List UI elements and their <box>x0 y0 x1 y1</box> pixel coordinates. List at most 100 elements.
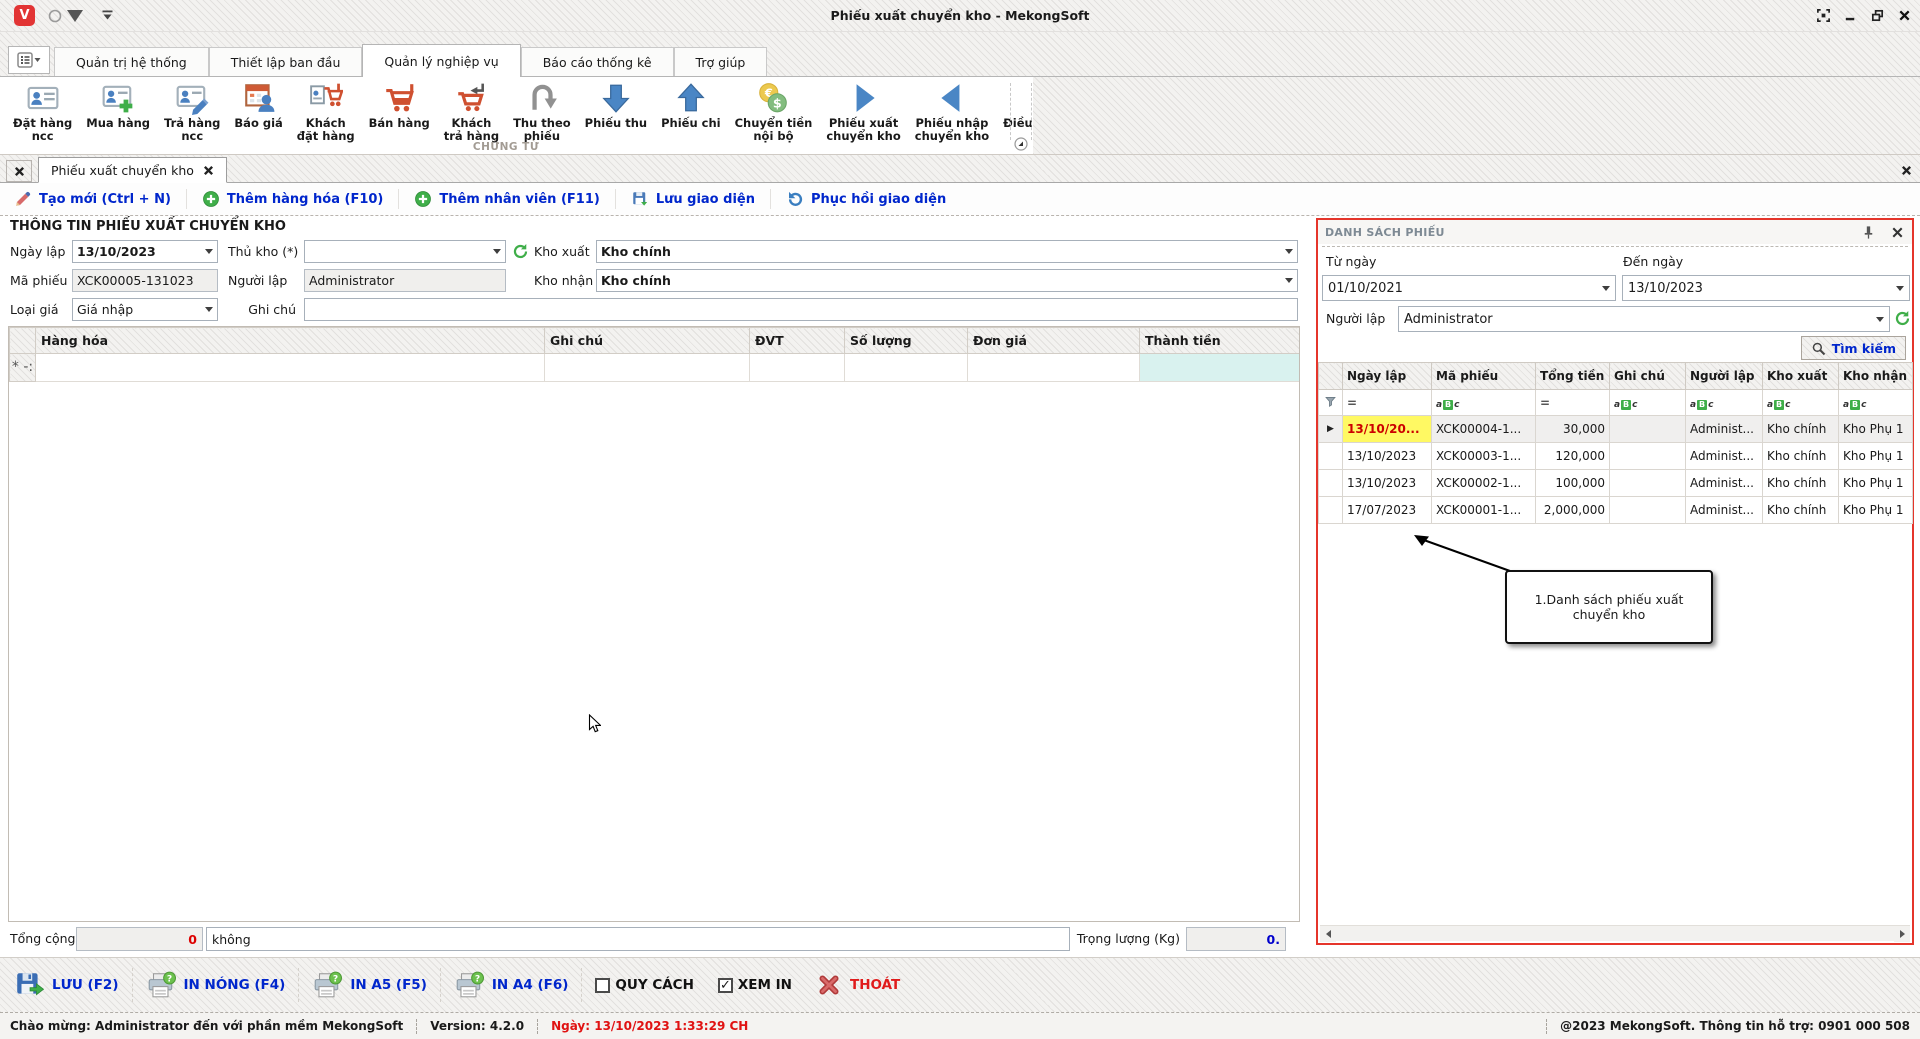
ribbon-tab-quan-ly-nghiep-vu[interactable]: Quản lý nghiệp vụ <box>362 44 520 77</box>
cell-ma_phieu[interactable]: XCK00003-1... <box>1432 443 1536 470</box>
den-ngay-combo[interactable]: 13/10/2023 <box>1622 275 1910 301</box>
cell-nguoi_lap[interactable]: Administ... <box>1686 497 1763 524</box>
ngay-lap-combo[interactable]: 13/10/2023 <box>72 240 218 263</box>
panel-nguoi-lap-combo[interactable]: Administrator <box>1398 306 1890 332</box>
filter-cell-nguoi-lap[interactable]: aBc <box>1686 390 1763 416</box>
toolbar-button-phieu-xuat-chuyen-kho[interactable]: Phiếu xuất chuyển kho <box>819 79 907 145</box>
search-button[interactable]: Tìm kiếm <box>1801 336 1906 360</box>
chevron-down-icon[interactable] <box>67 8 83 24</box>
customize-toolbar-icon[interactable] <box>101 10 114 21</box>
toolbar-button-khach-tra-hang[interactable]: Khách trả hàng <box>437 79 506 145</box>
button-thoat[interactable]: THOÁT <box>816 972 900 998</box>
filter-cell-kho-xuat[interactable]: aBc <box>1763 390 1839 416</box>
minimize-icon[interactable] <box>1843 8 1858 23</box>
cell-ngay_lap[interactable]: 13/10/2023 <box>1343 443 1432 470</box>
quick-access-circle-icon[interactable] <box>47 8 63 24</box>
kho-xuat-combo[interactable]: Kho chính <box>596 240 1298 263</box>
panel-column-header-ma-phieu[interactable]: Mã phiếu <box>1432 363 1536 390</box>
toolbar-button-bao-gia[interactable]: Báo giá <box>227 79 289 132</box>
filter-cell-kho-nhan[interactable]: aBc <box>1839 390 1913 416</box>
table-row[interactable]: 17/07/2023XCK00001-1...2,000,000 Administ… <box>1319 497 1913 524</box>
grid-column-header-hang-hoa[interactable]: Hàng hóa <box>36 328 545 354</box>
panel-column-header-tong-tien[interactable]: Tổng tiền <box>1536 363 1610 390</box>
action-them-hang-hoa-f10[interactable]: Thêm hàng hóa (F10) <box>202 190 383 208</box>
cell-ngay_lap[interactable]: 13/10/20... <box>1343 416 1432 443</box>
cell-ma_phieu[interactable]: XCK00001-1... <box>1432 497 1536 524</box>
tu-ngay-combo[interactable]: 01/10/2021 <box>1322 275 1616 301</box>
tab-close-icon[interactable] <box>203 165 214 176</box>
panel-column-header-kho-nhan[interactable]: Kho nhận <box>1839 363 1913 390</box>
checkbox-quy-cach[interactable]: QUY CÁCH <box>595 977 693 993</box>
loai-gia-combo[interactable]: Giá nhập <box>72 298 218 321</box>
ribbon-tab-tro-giup[interactable]: Trợ giúp <box>674 47 768 76</box>
ribbon-tab-bao-cao-thong-ke[interactable]: Báo cáo thống kê <box>521 47 674 76</box>
cell-kho_nhan[interactable]: Kho Phụ 1 <box>1839 416 1913 443</box>
action-luu-giao-dien[interactable]: Lưu giao diện <box>631 190 755 208</box>
button-in-nong-f4[interactable]: ?IN NÓNG (F4) <box>146 970 286 1000</box>
grid-new-row-cell-thanh-tien[interactable] <box>1140 354 1300 382</box>
cell-ghi_chu[interactable] <box>1610 470 1686 497</box>
cell-ngay_lap[interactable]: 17/07/2023 <box>1343 497 1432 524</box>
cell-tong_tien[interactable]: 120,000 <box>1536 443 1610 470</box>
close-all-tabs-button[interactable] <box>6 160 32 182</box>
grid-column-header-thanh-tien[interactable]: Thành tiền <box>1140 328 1300 354</box>
cell-ghi_chu[interactable] <box>1610 497 1686 524</box>
grid-new-row-cell-so-luong[interactable] <box>845 354 968 382</box>
button-in-a4-f6[interactable]: ?IN A4 (F6) <box>454 970 569 1000</box>
filter-cell-ma-phieu[interactable]: aBc <box>1432 390 1536 416</box>
toolbar-button-tra-hang-ncc[interactable]: Trả hàng ncc <box>157 79 227 145</box>
ribbon-tab-thiet-lap-ban-au[interactable]: Thiết lập ban đầu <box>209 47 363 76</box>
cell-kho_xuat[interactable]: Kho chính <box>1763 416 1839 443</box>
toolbar-button-at-hang-ncc[interactable]: Đặt hàng ncc <box>6 79 79 145</box>
action-tao-moi-ctrl-n[interactable]: Tạo mới (Ctrl + N) <box>14 190 171 208</box>
filter-funnel-cell[interactable] <box>1319 390 1343 416</box>
tab-phieu-xuat-chuyen-kho[interactable]: Phiếu xuất chuyển kho <box>38 157 227 183</box>
filter-cell-ngay-lap[interactable]: = <box>1343 390 1432 416</box>
action-phuc-hoi-giao-dien[interactable]: Phục hồi giao diện <box>786 190 946 208</box>
toolbar-button-phieu-nhap-chuyen-kho[interactable]: Phiếu nhập chuyển kho <box>908 79 996 145</box>
scroll-right-icon[interactable] <box>1894 926 1910 942</box>
cell-kho_xuat[interactable]: Kho chính <box>1763 497 1839 524</box>
toolbar-button-phieu-thu[interactable]: Phiếu thu <box>578 79 654 132</box>
toolbar-button-phieu-chi[interactable]: Phiếu chi <box>654 79 728 132</box>
toolbar-button-ban-hang[interactable]: Bán hàng <box>362 79 437 132</box>
grid-new-row[interactable]: * -: <box>10 354 1300 382</box>
filter-cell-ghi-chu[interactable]: aBc <box>1610 390 1686 416</box>
cell-nguoi_lap[interactable]: Administ... <box>1686 416 1763 443</box>
refresh-icon[interactable] <box>1894 310 1911 327</box>
panel-column-header-kho-xuat[interactable]: Kho xuất <box>1763 363 1839 390</box>
button-in-a5-f5[interactable]: ?IN A5 (F5) <box>312 970 427 1000</box>
cell-kho_nhan[interactable]: Kho Phụ 1 <box>1839 443 1913 470</box>
app-logo[interactable]: V <box>14 5 35 26</box>
table-row[interactable]: 13/10/2023XCK00003-1...120,000Administ..… <box>1319 443 1913 470</box>
table-row[interactable]: 13/10/2023XCK00002-1...100,000Administ..… <box>1319 470 1913 497</box>
grid-column-header-so-luong[interactable]: Số lượng <box>845 328 968 354</box>
fit-screen-icon[interactable] <box>1816 8 1831 23</box>
cell-kho_nhan[interactable]: Kho Phụ 1 <box>1839 470 1913 497</box>
cell-nguoi_lap[interactable]: Administ... <box>1686 470 1763 497</box>
grid-new-row-cell-ghi-chu[interactable] <box>545 354 750 382</box>
kho-nhan-combo[interactable]: Kho chính <box>596 269 1298 292</box>
grid-column-header-ghi-chu[interactable]: Ghi chú <box>545 328 750 354</box>
note-field[interactable]: không <box>206 927 1070 951</box>
ghi-chu-field[interactable] <box>304 298 1298 321</box>
toolbar-button-mua-hang[interactable]: Mua hàng <box>79 79 157 132</box>
cell-tong_tien[interactable]: 2,000,000 <box>1536 497 1610 524</box>
grid-column-header-on-gia[interactable]: Đơn giá <box>968 328 1140 354</box>
panel-column-header-ghi-chu[interactable]: Ghi chú <box>1610 363 1686 390</box>
checkbox-box-icon[interactable]: ✓ <box>718 978 733 993</box>
cell-ghi_chu[interactable] <box>1610 416 1686 443</box>
grid-column-header-vt[interactable]: ĐVT <box>750 328 845 354</box>
ribbon-collapse-icon[interactable] <box>1014 137 1028 151</box>
action-them-nhan-vien-f11[interactable]: Thêm nhân viên (F11) <box>414 190 599 208</box>
cell-ma_phieu[interactable]: XCK00004-1... <box>1432 416 1536 443</box>
close-tab-group-icon[interactable] <box>1901 165 1912 176</box>
toolbar-button-chuyen-tien-noi-bo[interactable]: €$Chuyển tiền nội bộ <box>728 79 820 145</box>
horizontal-scrollbar[interactable] <box>1320 925 1910 941</box>
panel-column-header-nguoi-lap[interactable]: Người lập <box>1686 363 1763 390</box>
cell-kho_nhan[interactable]: Kho Phụ 1 <box>1839 497 1913 524</box>
cell-kho_xuat[interactable]: Kho chính <box>1763 470 1839 497</box>
window-menu-button[interactable] <box>8 46 50 74</box>
button-luu-f2[interactable]: LƯU (F2) <box>14 970 119 1000</box>
cell-tong_tien[interactable]: 100,000 <box>1536 470 1610 497</box>
